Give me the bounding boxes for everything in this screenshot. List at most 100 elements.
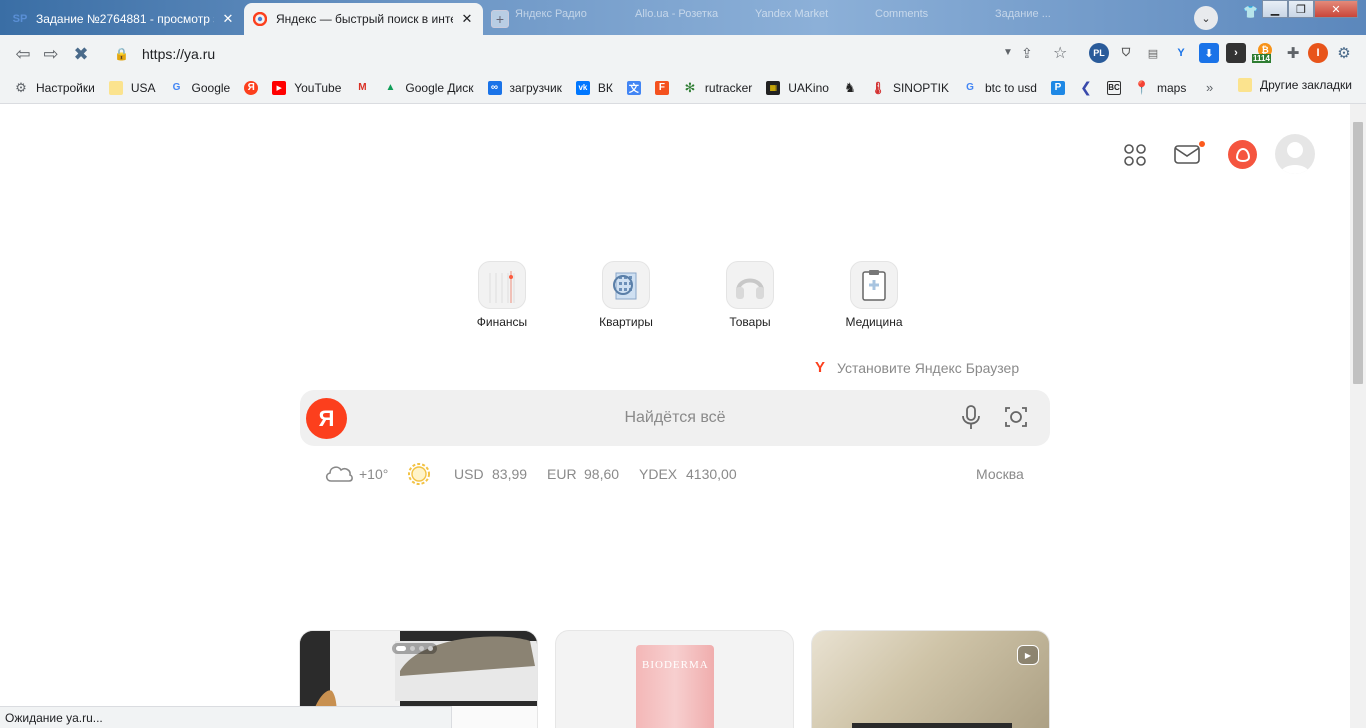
gmail-icon: M xyxy=(358,82,367,93)
bookmark-chevron[interactable]: ❮ xyxy=(1079,79,1093,95)
bookmark-youtube[interactable]: ▶ YouTube xyxy=(272,80,341,95)
thermometer-icon: 🌡 xyxy=(870,80,886,95)
close-icon[interactable]: ✕ xyxy=(220,11,236,27)
bookmark-downloader[interactable]: ∞ загрузчик xyxy=(487,80,562,95)
bookmark-p[interactable]: P xyxy=(1050,80,1065,95)
background-tab[interactable]: Allo.ua - Розетка xyxy=(635,8,745,20)
background-tab[interactable]: Задание ... xyxy=(995,8,1105,20)
bookmark-chess[interactable]: ♞ xyxy=(843,80,857,95)
bookmark-uakino[interactable]: ▦ UAKino xyxy=(766,80,829,95)
bookmark-translate[interactable]: 文 xyxy=(626,80,641,95)
background-tab[interactable]: Yandex Market xyxy=(755,8,865,20)
terminal-extension-icon[interactable]: › xyxy=(1226,43,1246,63)
settings-gear-icon[interactable]: ⚙ xyxy=(1334,43,1354,63)
background-tab[interactable]: Comments xyxy=(875,8,985,20)
y-extension-icon[interactable]: Y xyxy=(1171,43,1191,63)
tab-yandex[interactable]: Яндекс — быстрый поиск в интер ✕ xyxy=(244,3,483,35)
shield-extension-icon[interactable]: ⛉ xyxy=(1116,43,1136,63)
camera-search-icon[interactable] xyxy=(1002,404,1030,433)
bookmark-maps[interactable]: 📍 maps xyxy=(1133,79,1186,95)
new-tab-button[interactable]: + xyxy=(491,10,509,28)
search-input[interactable] xyxy=(360,398,990,438)
rate-ydex-name[interactable]: YDEX xyxy=(639,466,677,482)
city-link[interactable]: Москва xyxy=(976,466,1024,482)
infinity-icon: ∞ xyxy=(487,80,502,95)
video-preview-dark xyxy=(852,723,1012,728)
share-icon[interactable]: ⇪ xyxy=(1021,45,1033,62)
weather-sun-icon[interactable] xyxy=(406,461,432,490)
bookmark-btc-to-usd[interactable]: Gbtc to usd xyxy=(963,81,1037,95)
printer-extension-icon[interactable]: ▤ xyxy=(1143,43,1163,63)
bookmark-gmail[interactable]: M xyxy=(355,81,369,95)
bookmark-vk[interactable]: vk ВК xyxy=(575,80,613,95)
bookmark-usa[interactable]: USA xyxy=(108,80,156,95)
minimize-button[interactable]: ▁ xyxy=(1262,0,1288,18)
background-tab[interactable]: Яндекс Радио xyxy=(515,8,625,20)
puzzle-extensions-icon[interactable]: ✚ xyxy=(1283,43,1303,63)
maximize-button[interactable]: ❐ xyxy=(1288,0,1314,18)
rate-eur-value[interactable]: 98,60 xyxy=(584,466,619,482)
install-browser-link[interactable]: Y Установите Яндекс Браузер xyxy=(815,359,1019,376)
bookmark-google-drive[interactable]: ▲ Google Диск xyxy=(383,81,473,95)
bioderma-tube-image: BIODERMA xyxy=(636,645,714,728)
bookmark-star-icon[interactable]: ☆ xyxy=(1053,43,1067,63)
bookmark-settings[interactable]: ⚙ Настройки xyxy=(14,79,95,95)
drive-icon: ▲ xyxy=(385,82,396,93)
dropdown-arrow-icon[interactable]: ▼ xyxy=(1003,47,1013,58)
maps-icon: 📍 xyxy=(1133,79,1151,95)
headphones-icon xyxy=(726,261,774,309)
other-bookmarks[interactable]: Другие закладки xyxy=(1238,78,1352,92)
bookmark-f[interactable]: F xyxy=(654,80,669,95)
service-apartments[interactable]: Квартиры xyxy=(564,261,688,329)
close-icon[interactable]: ✕ xyxy=(459,11,475,27)
yandex-favicon-icon xyxy=(252,11,268,27)
info-bar: +10° USD 83,99 EUR 98,60 YDEX 4130,00 Мо… xyxy=(324,459,1024,487)
bitcoin-extension-icon[interactable]: ₿ 1114 xyxy=(1252,43,1278,63)
tab-assignment[interactable]: SP Задание №2764881 - просмотр з ✕ xyxy=(4,3,244,35)
address-bar[interactable]: 🔒 https://ya.ru xyxy=(104,39,1020,68)
yandex-logo[interactable]: Я xyxy=(306,398,347,439)
profile-avatar[interactable]: I xyxy=(1308,43,1328,63)
mail-icon[interactable] xyxy=(1172,140,1206,168)
pl-extension-icon[interactable]: PL xyxy=(1089,43,1109,63)
bookmark-google[interactable]: G Google xyxy=(170,81,231,95)
scrollbar-thumb[interactable] xyxy=(1353,122,1363,384)
sp-favicon-icon: SP xyxy=(12,13,28,25)
bookmark-yandex[interactable]: Я xyxy=(244,80,259,95)
tab-search-button[interactable]: ⌄ xyxy=(1194,6,1218,30)
tshirt-icon[interactable]: 👕 xyxy=(1243,5,1258,19)
download-extension-icon[interactable]: ⬇ xyxy=(1199,43,1219,63)
back-button[interactable]: ⇦ xyxy=(12,43,34,65)
bookmark-rutracker[interactable]: ✻ rutracker xyxy=(683,79,752,95)
rate-usd-name[interactable]: USD xyxy=(454,466,484,482)
rate-eur-name[interactable]: EUR xyxy=(547,466,577,482)
user-avatar[interactable] xyxy=(1275,134,1315,174)
stop-button[interactable]: ✖ xyxy=(70,43,92,65)
url-text: https://ya.ru xyxy=(142,45,216,62)
service-finance[interactable]: Финансы xyxy=(440,261,564,329)
cloud-icon[interactable] xyxy=(324,461,354,486)
service-goods[interactable]: Товары xyxy=(688,261,812,329)
bookmark-sinoptik[interactable]: 🌡 SINOPTIK xyxy=(870,80,949,95)
rate-ydex-value[interactable]: 4130,00 xyxy=(686,466,737,482)
bookmark-bc[interactable]: BC xyxy=(1106,80,1121,95)
lock-icon[interactable]: 🔒 xyxy=(114,47,129,61)
close-window-button[interactable]: ✕ xyxy=(1314,0,1358,18)
page-scrollbar[interactable] xyxy=(1350,104,1366,728)
bookmarks-more-button[interactable]: » xyxy=(1206,80,1213,95)
gear-icon: ⚙ xyxy=(15,79,27,95)
tab-title: Яндекс — быстрый поиск в интер xyxy=(276,12,453,26)
rutracker-icon: ✻ xyxy=(684,79,696,95)
search-bar: Я xyxy=(300,390,1050,446)
rate-usd-value[interactable]: 83,99 xyxy=(492,466,527,482)
feed-card-bioderma[interactable]: BIODERMA xyxy=(555,630,794,728)
service-medicine[interactable]: Медицина xyxy=(812,261,936,329)
weather-temp[interactable]: +10° xyxy=(359,466,388,482)
translate-icon: 文 xyxy=(626,80,641,95)
services-grid-icon[interactable] xyxy=(1122,142,1148,168)
microphone-icon[interactable] xyxy=(960,404,982,433)
feed-card-video[interactable]: ▶ xyxy=(811,630,1050,728)
forward-button[interactable]: ⇨ xyxy=(40,43,62,65)
service-label: Квартиры xyxy=(599,315,653,329)
alice-icon[interactable] xyxy=(1228,140,1257,169)
